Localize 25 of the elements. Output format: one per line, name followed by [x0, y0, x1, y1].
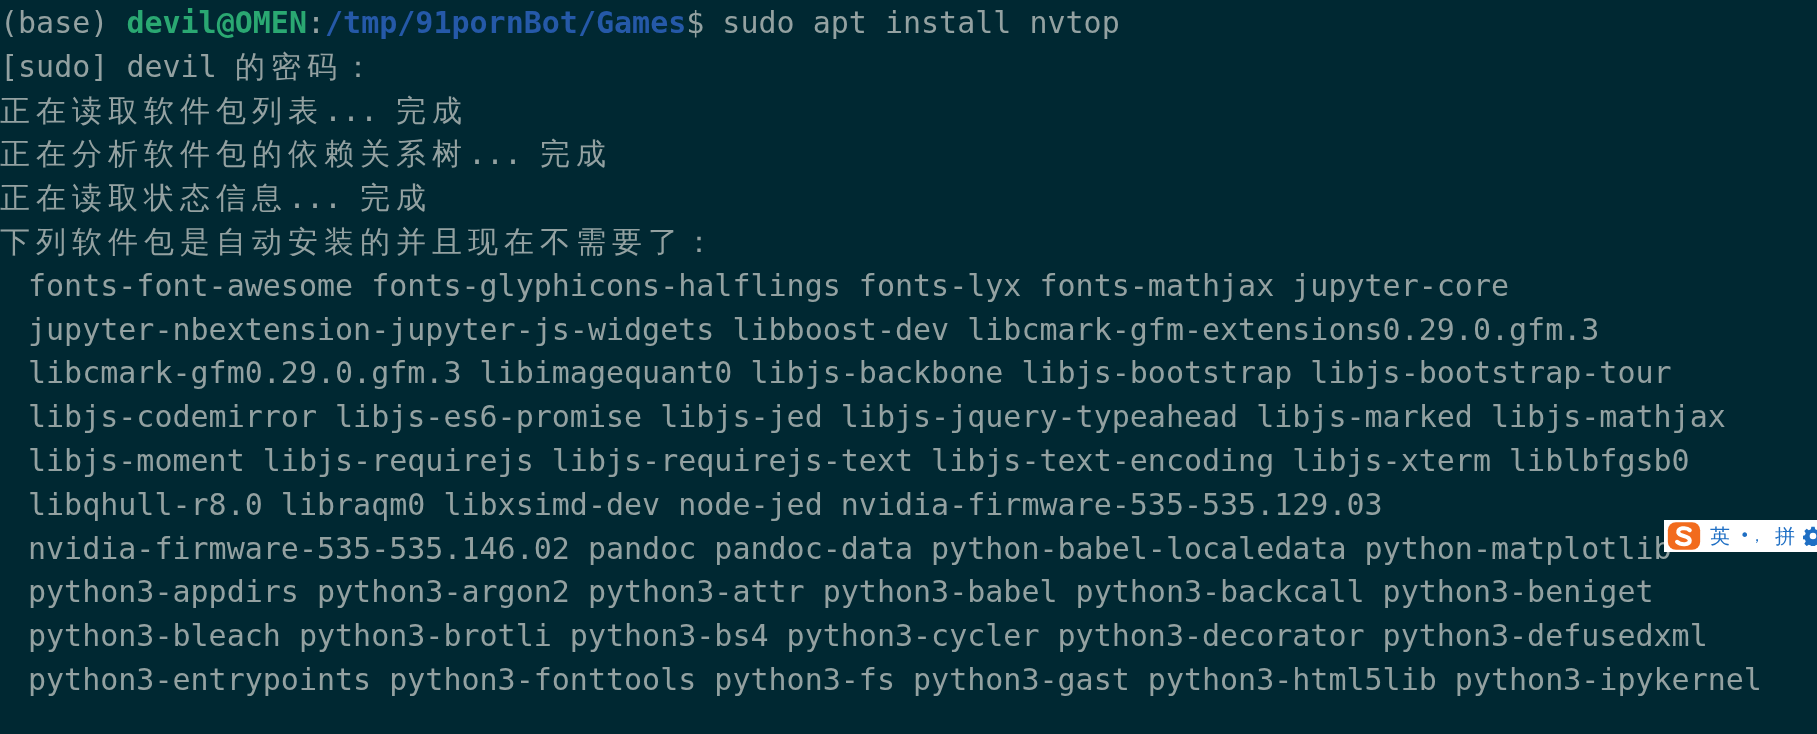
prompt-env: (base)	[0, 5, 109, 40]
package-list-line: fonts-font-awesome fonts-glyphicons-halflings fonts-lyx fonts-mathjax jupyter-core	[28, 267, 1510, 303]
package-list-line: libcmark-gfm0.29.0.gfm.3 libimagequant0 libjs-backbone libjs-bootstrap libjs-bootstrap-tour	[28, 355, 1672, 391]
prompt-separator: :	[307, 5, 326, 40]
package-list-line: jupyter-nbextension-jupyter-js-widgets libboost-dev libcmark-gfm-extensions0.29.0.gfm.3	[28, 311, 1600, 347]
output-line: 正在读取软件包列表... 完成	[0, 92, 469, 128]
package-list-line: nvidia-firmware-535-535.146.02 pandoc pandoc-data python-babel-localedata python-matplotlib	[28, 530, 1672, 566]
output-line: 正在分析软件包的依赖关系树... 完成	[0, 136, 613, 172]
settings-icon[interactable]	[1803, 526, 1817, 546]
language-mode-button[interactable]: 英	[1708, 522, 1732, 550]
output-line: 下列软件包是自动安装的并且现在不需要了：	[0, 224, 720, 259]
package-list-line: python3-appdirs python3-argon2 python3-attr python3-babel python3-backcall python3-beniget	[28, 574, 1654, 610]
package-list-line: python3-entrypoints python3-fonttools python3-fs python3-gast python3-html5lib python3-ipykernel	[28, 661, 1762, 697]
input-method-button[interactable]: 拼	[1773, 522, 1798, 550]
prompt-symbol: $	[686, 5, 705, 40]
punctuation-mode-button[interactable]: •，	[1738, 522, 1768, 550]
package-list-line: libqhull-r8.0 libraqm0 libxsimd-dev node-jed nvidia-firmware-535-535.129.03	[28, 486, 1383, 522]
command-text: sudo apt install nvtop	[722, 5, 1120, 40]
package-list-line: libjs-codemirror libjs-es6-promise libjs-jed libjs-jquery-typeahead libjs-marked libjs-mathjax	[28, 399, 1726, 435]
package-list-line: python3-bleach python3-brotli python3-bs4 python3-cycler python3-decorator python3-defusedxml	[28, 618, 1708, 654]
output-line: 正在读取状态信息... 完成	[0, 180, 433, 216]
prompt-path: /tmp/91pornBot/Games	[325, 5, 687, 40]
package-list-line: libjs-moment libjs-requirejs libjs-requirejs-text libjs-text-encoding libjs-xterm liblbfgsb0	[28, 442, 1690, 478]
prompt-user: devil@OMEN	[126, 5, 307, 40]
output-line: [sudo] devil 的密码：	[0, 48, 379, 84]
